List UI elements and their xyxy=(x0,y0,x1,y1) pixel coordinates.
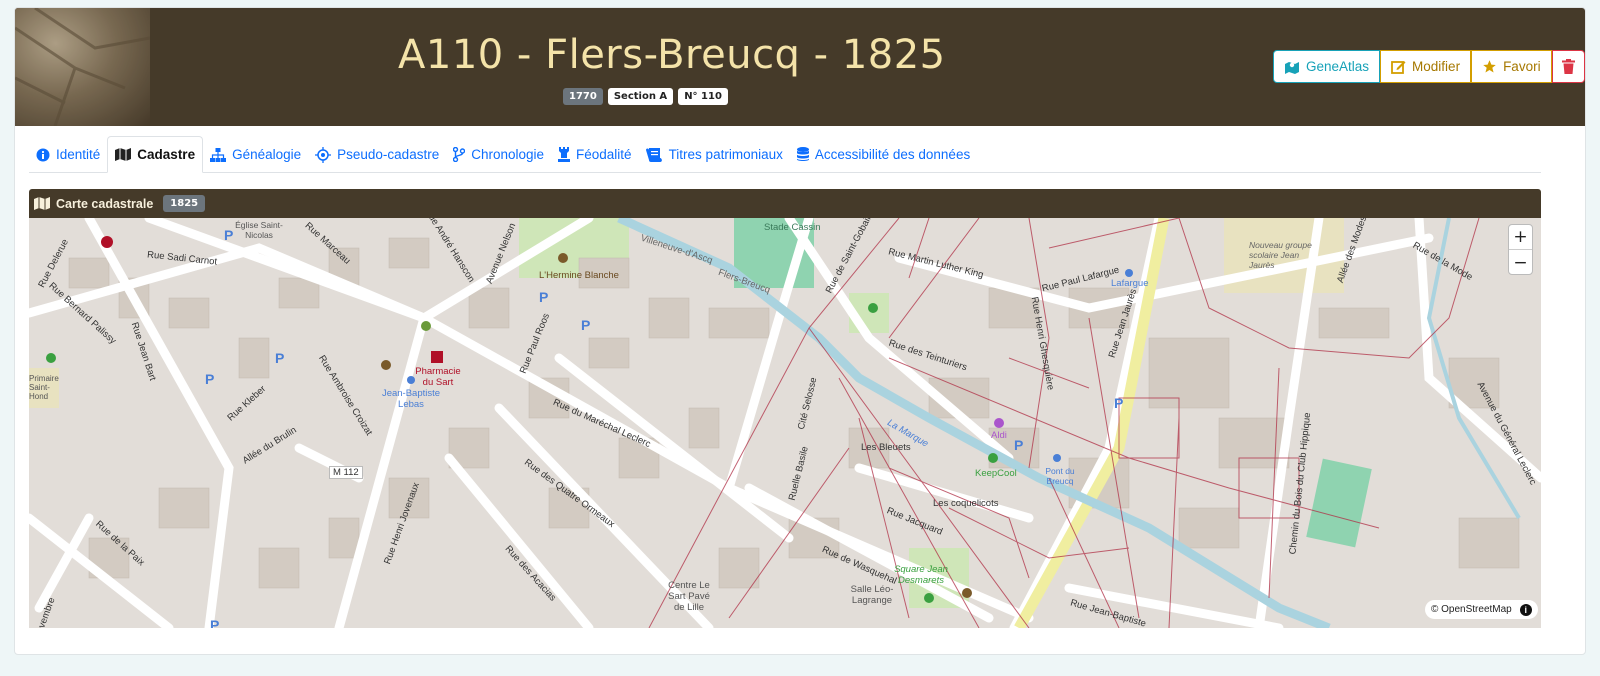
sitemap-icon xyxy=(210,147,227,162)
tab-titres-patrimoniaux[interactable]: Titres patrimoniaux xyxy=(639,136,790,173)
map-tiles: PPP PPP PP xyxy=(29,218,1541,628)
map-marked-icon xyxy=(1285,61,1299,74)
branch-icon xyxy=(453,147,466,162)
map-label: KeepCool xyxy=(975,468,1017,479)
tab-pseudo-cadastre[interactable]: Pseudo-cadastre xyxy=(308,136,446,173)
map-label: Église Saint-Nicolas xyxy=(235,220,283,240)
map-label: Les coquelicots xyxy=(933,498,999,509)
cadastral-map[interactable]: PPP PPP PP Rue Sadi Carnot Rue Marceau R… xyxy=(29,218,1541,628)
attribution-text[interactable]: © OpenStreetMap xyxy=(1431,604,1512,615)
map-icon xyxy=(34,197,50,210)
parcel-header: A110 - Flers-Breucq - 1825 1770 Section … xyxy=(15,8,1585,126)
map-label: Les Bleuets xyxy=(861,442,911,453)
section-badge: Section A xyxy=(607,88,674,105)
compass-icon xyxy=(315,146,332,163)
map-label: Stade Cassin xyxy=(764,222,821,233)
chess-rook-icon xyxy=(558,147,571,162)
map-label: Jean-Baptiste Lebas xyxy=(381,388,441,410)
trash-icon xyxy=(1561,59,1575,74)
info-circle-icon xyxy=(36,148,50,161)
delete-button[interactable] xyxy=(1551,50,1585,83)
tab-label: Cadastre xyxy=(137,147,196,162)
page-title: A110 - Flers-Breucq - 1825 xyxy=(398,32,946,78)
edit-icon xyxy=(1391,61,1406,74)
panel-title: Carte cadastrale xyxy=(56,196,154,211)
map-label: Pont du Breucq xyxy=(1045,466,1075,486)
header-photo xyxy=(15,8,150,126)
svg-text:P: P xyxy=(581,317,590,333)
map-label: Primaire Saint-Hond xyxy=(29,374,59,401)
map-label: Aldi xyxy=(991,430,1007,441)
tab-chronologie[interactable]: Chronologie xyxy=(446,136,551,173)
map-label: Salle Léo-Lagrange xyxy=(850,584,894,606)
geneatlas-button[interactable]: GeneAtlas xyxy=(1273,50,1381,83)
modifier-button[interactable]: Modifier xyxy=(1380,50,1472,83)
tab-label: Titres patrimoniaux xyxy=(668,147,783,162)
info-icon[interactable]: i xyxy=(1519,603,1532,616)
star-icon xyxy=(1483,60,1496,73)
svg-text:P: P xyxy=(210,617,219,628)
map-label: L'Hermine Blanche xyxy=(539,270,619,281)
panel-year-badge: 1825 xyxy=(163,195,206,212)
svg-text:P: P xyxy=(539,289,548,305)
tab-feodalite[interactable]: Féodalité xyxy=(551,136,639,173)
badge-group: 1770 Section A N° 110 xyxy=(563,88,728,105)
tab-label: Généalogie xyxy=(232,147,302,162)
tab-identite[interactable]: Identité xyxy=(29,136,107,173)
zoom-in-button[interactable]: + xyxy=(1509,225,1532,250)
map-label: Pharmacie du Sart xyxy=(415,366,461,388)
number-badge: N° 110 xyxy=(678,88,728,105)
year-badge: 1770 xyxy=(563,88,603,105)
map-attribution: © OpenStreetMap i xyxy=(1425,600,1538,619)
svg-text:P: P xyxy=(275,350,284,366)
svg-text:P: P xyxy=(1014,437,1023,453)
map-label: Nouveau groupe scolaire Jean Jaurès xyxy=(1249,240,1312,270)
map-icon xyxy=(115,148,132,161)
geneatlas-label: GeneAtlas xyxy=(1306,59,1370,74)
svg-text:P: P xyxy=(205,371,214,387)
database-icon xyxy=(796,147,809,161)
scroll-icon xyxy=(645,147,662,162)
zoom-out-button[interactable]: − xyxy=(1509,250,1532,275)
favori-button[interactable]: Favori xyxy=(1471,50,1552,83)
map-label: Centre Le Sart Pavé de Lille xyxy=(668,580,710,613)
map-panel-header: Carte cadastrale 1825 xyxy=(29,189,1541,218)
map-label: Square Jean Desmarets xyxy=(894,564,948,586)
tab-label: Féodalité xyxy=(576,147,632,162)
tab-label: Accessibilité des données xyxy=(814,147,971,162)
tab-cadastre[interactable]: Cadastre xyxy=(107,136,204,173)
tab-label: Identité xyxy=(56,147,101,162)
tab-accessibilite[interactable]: Accessibilité des données xyxy=(790,136,977,173)
parcel-card: A110 - Flers-Breucq - 1825 1770 Section … xyxy=(14,7,1586,655)
map-label: M 112 xyxy=(329,466,363,479)
svg-text:P: P xyxy=(1114,395,1123,411)
zoom-control: + − xyxy=(1508,224,1533,275)
favori-label: Favori xyxy=(1503,59,1541,74)
modifier-label: Modifier xyxy=(1412,59,1461,74)
tab-bar: Identité Cadastre Généalogie Pseudo-cada… xyxy=(29,136,1541,173)
tab-genealogie[interactable]: Généalogie xyxy=(203,136,308,173)
tab-label: Chronologie xyxy=(471,147,545,162)
tab-label: Pseudo-cadastre xyxy=(337,147,440,162)
action-group: GeneAtlas Modifier Favori xyxy=(1273,50,1585,83)
